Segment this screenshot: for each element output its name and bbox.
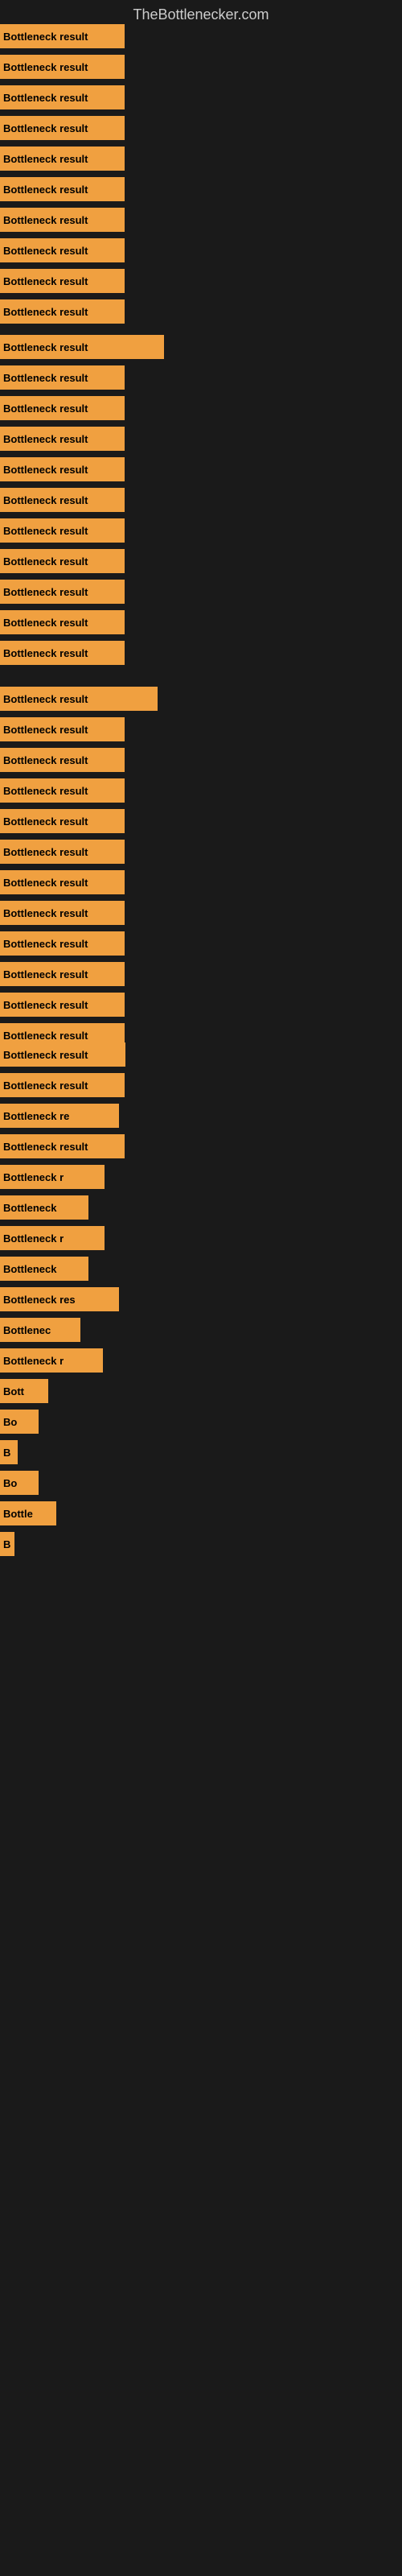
bottleneck-bar-13: Bottleneck result (0, 427, 125, 451)
bottleneck-bar-8: Bottleneck result (0, 269, 125, 293)
bottleneck-bar-40: Bottleneck (0, 1257, 88, 1281)
bottleneck-bar-36: Bottleneck result (0, 1134, 125, 1158)
bottleneck-bar-0: Bottleneck result (0, 24, 125, 48)
bottleneck-bar-3: Bottleneck result (0, 116, 125, 140)
bottleneck-bar-22: Bottleneck result (0, 717, 125, 741)
bottleneck-label-17: Bottleneck result (3, 555, 88, 568)
bottleneck-bar-23: Bottleneck result (0, 748, 125, 772)
bottleneck-bar-35: Bottleneck re (0, 1104, 119, 1128)
bottleneck-label-21: Bottleneck result (3, 693, 88, 705)
bottleneck-bar-24: Bottleneck result (0, 778, 125, 803)
bottleneck-label-11: Bottleneck result (3, 372, 88, 384)
bottleneck-label-8: Bottleneck result (3, 275, 88, 287)
bottleneck-bar-49: B (0, 1532, 14, 1556)
bottleneck-bar-18: Bottleneck result (0, 580, 125, 604)
bottleneck-bar-29: Bottleneck result (0, 931, 125, 956)
bottleneck-label-44: Bott (3, 1385, 24, 1397)
bottleneck-label-0: Bottleneck result (3, 31, 88, 43)
bottleneck-label-38: Bottleneck (3, 1202, 56, 1214)
bottleneck-label-41: Bottleneck res (3, 1294, 76, 1306)
bottleneck-bar-42: Bottlenec (0, 1318, 80, 1342)
bottleneck-bar-5: Bottleneck result (0, 177, 125, 201)
bottleneck-label-2: Bottleneck result (3, 92, 88, 104)
bottleneck-bar-19: Bottleneck result (0, 610, 125, 634)
bottleneck-label-29: Bottleneck result (3, 938, 88, 950)
bottleneck-bar-20: Bottleneck result (0, 641, 125, 665)
bottleneck-label-45: Bo (3, 1416, 17, 1428)
bottleneck-label-49: B (3, 1538, 10, 1550)
bottleneck-bar-34: Bottleneck result (0, 1073, 125, 1097)
bottleneck-label-19: Bottleneck result (3, 617, 88, 629)
bottleneck-bar-48: Bottle (0, 1501, 56, 1525)
bottleneck-bar-27: Bottleneck result (0, 870, 125, 894)
bottleneck-label-31: Bottleneck result (3, 999, 88, 1011)
bottleneck-label-42: Bottlenec (3, 1324, 51, 1336)
bottleneck-bar-15: Bottleneck result (0, 488, 125, 512)
bottleneck-bar-33: Bottleneck result (0, 1042, 125, 1067)
bottleneck-bar-30: Bottleneck result (0, 962, 125, 986)
bottleneck-bar-14: Bottleneck result (0, 457, 125, 481)
bottleneck-bar-6: Bottleneck result (0, 208, 125, 232)
bottleneck-label-24: Bottleneck result (3, 785, 88, 797)
bottleneck-bar-46: B (0, 1440, 18, 1464)
bottleneck-label-1: Bottleneck result (3, 61, 88, 73)
bottleneck-bar-28: Bottleneck result (0, 901, 125, 925)
bottleneck-bar-47: Bo (0, 1471, 39, 1495)
bottleneck-label-5: Bottleneck result (3, 184, 88, 196)
bottleneck-bar-4: Bottleneck result (0, 147, 125, 171)
bottleneck-label-35: Bottleneck re (3, 1110, 69, 1122)
bottleneck-label-15: Bottleneck result (3, 494, 88, 506)
bottleneck-bar-45: Bo (0, 1410, 39, 1434)
bottleneck-label-37: Bottleneck r (3, 1171, 64, 1183)
bottleneck-label-43: Bottleneck r (3, 1355, 64, 1367)
bottleneck-label-13: Bottleneck result (3, 433, 88, 445)
bottleneck-label-34: Bottleneck result (3, 1080, 88, 1092)
bottleneck-label-7: Bottleneck result (3, 245, 88, 257)
bottleneck-label-40: Bottleneck (3, 1263, 56, 1275)
bottleneck-label-36: Bottleneck result (3, 1141, 88, 1153)
bottleneck-bar-7: Bottleneck result (0, 238, 125, 262)
bottleneck-label-12: Bottleneck result (3, 402, 88, 415)
bottleneck-bar-43: Bottleneck r (0, 1348, 103, 1373)
bottleneck-label-10: Bottleneck result (3, 341, 88, 353)
bottleneck-label-6: Bottleneck result (3, 214, 88, 226)
bottleneck-label-30: Bottleneck result (3, 968, 88, 980)
bottleneck-bar-9: Bottleneck result (0, 299, 125, 324)
bottleneck-label-3: Bottleneck result (3, 122, 88, 134)
bottleneck-bar-11: Bottleneck result (0, 365, 125, 390)
bottleneck-label-16: Bottleneck result (3, 525, 88, 537)
bottleneck-bar-39: Bottleneck r (0, 1226, 105, 1250)
bottleneck-label-9: Bottleneck result (3, 306, 88, 318)
bottleneck-bar-41: Bottleneck res (0, 1287, 119, 1311)
bottleneck-label-26: Bottleneck result (3, 846, 88, 858)
bottleneck-label-14: Bottleneck result (3, 464, 88, 476)
bottleneck-label-23: Bottleneck result (3, 754, 88, 766)
bottleneck-bar-16: Bottleneck result (0, 518, 125, 543)
bottleneck-label-22: Bottleneck result (3, 724, 88, 736)
bottleneck-label-28: Bottleneck result (3, 907, 88, 919)
bottleneck-bar-25: Bottleneck result (0, 809, 125, 833)
bottleneck-bar-44: Bott (0, 1379, 48, 1403)
bottleneck-bar-26: Bottleneck result (0, 840, 125, 864)
bottleneck-label-20: Bottleneck result (3, 647, 88, 659)
bottleneck-label-33: Bottleneck result (3, 1049, 88, 1061)
bottleneck-label-46: B (3, 1447, 10, 1459)
bottleneck-label-39: Bottleneck r (3, 1232, 64, 1245)
bottleneck-bar-38: Bottleneck (0, 1195, 88, 1220)
bottleneck-bar-31: Bottleneck result (0, 993, 125, 1017)
bottleneck-label-18: Bottleneck result (3, 586, 88, 598)
bottleneck-label-27: Bottleneck result (3, 877, 88, 889)
bottleneck-label-25: Bottleneck result (3, 815, 88, 828)
bottleneck-bar-17: Bottleneck result (0, 549, 125, 573)
bottleneck-bar-2: Bottleneck result (0, 85, 125, 109)
bottleneck-label-4: Bottleneck result (3, 153, 88, 165)
bottleneck-label-48: Bottle (3, 1508, 33, 1520)
bottleneck-bar-21: Bottleneck result (0, 687, 158, 711)
bottleneck-label-47: Bo (3, 1477, 17, 1489)
bottleneck-bar-10: Bottleneck result (0, 335, 164, 359)
bottleneck-bar-37: Bottleneck r (0, 1165, 105, 1189)
bottleneck-label-32: Bottleneck result (3, 1030, 88, 1042)
bottleneck-bar-1: Bottleneck result (0, 55, 125, 79)
bottleneck-bar-12: Bottleneck result (0, 396, 125, 420)
